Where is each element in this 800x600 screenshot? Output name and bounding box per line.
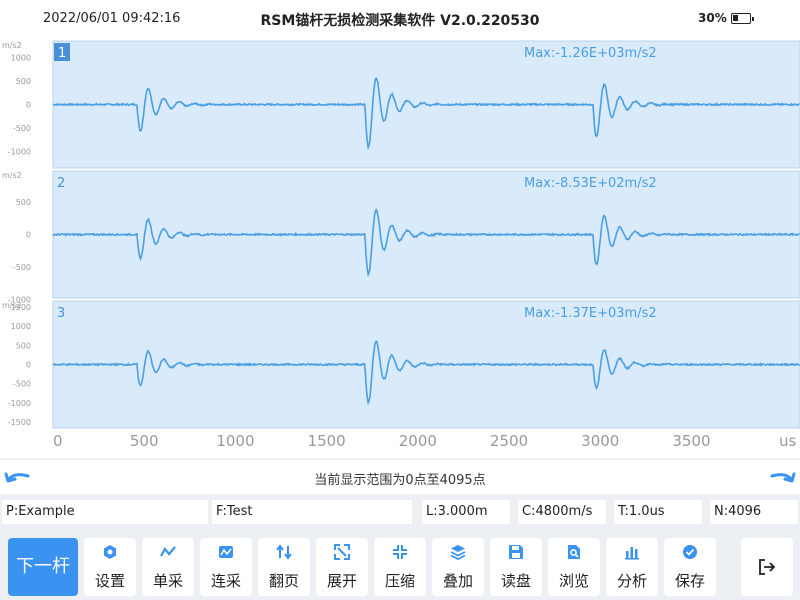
disk-read-icon — [509, 545, 523, 559]
battery-icon — [731, 13, 754, 24]
compress-icon — [393, 545, 407, 559]
exit-icon — [759, 559, 776, 575]
y-tick-label: -500 — [13, 263, 31, 272]
y-axis-unit: m/s2 — [2, 171, 22, 180]
param-length[interactable]: L:3.000m — [422, 500, 510, 524]
x-tick-label: 1000 — [216, 432, 254, 450]
y-axis-unit: m/s2 — [2, 301, 22, 310]
y-tick-label: -500 — [13, 124, 31, 133]
exit-button[interactable] — [741, 538, 793, 596]
channel-number: 2 — [57, 176, 65, 191]
param-samples[interactable]: N:4096 — [710, 500, 798, 524]
analysis-button[interactable]: 分析 — [606, 538, 658, 596]
x-axis-unit: us — [779, 432, 797, 450]
toolbar: 下一杆 设置 单采 连采 翻页 展开 压缩 叠加 读盘 浏览 分析 保存 — [0, 534, 800, 600]
expand-button[interactable]: 展开 — [316, 538, 368, 596]
y-tick-label: 500 — [16, 77, 31, 86]
scroll-right-icon[interactable] — [768, 464, 796, 490]
x-tick-label: 1500 — [308, 432, 346, 450]
stack-icon — [450, 545, 466, 560]
browse-button[interactable]: 浏览 — [548, 538, 600, 596]
settings-button[interactable]: 设置 — [84, 538, 136, 596]
y-tick-label: 500 — [16, 341, 31, 350]
x-tick-label: 0 — [53, 432, 63, 450]
y-tick-label: -1500 — [8, 418, 31, 427]
x-tick-label: 3000 — [581, 432, 619, 450]
single-acquire-button[interactable]: 单采 — [142, 538, 194, 596]
waveform-svg[interactable]: 1000 500 0 -500 -1000 m/s2 1 Max:-1.26E+03m/s2 5… — [0, 40, 800, 458]
x-tick-label: 500 — [130, 432, 159, 450]
page-flip-button[interactable]: 翻页 — [258, 538, 310, 596]
x-tick-label: 2000 — [399, 432, 437, 450]
param-interval[interactable]: T:1.0us — [614, 500, 702, 524]
settings-icon — [104, 545, 116, 559]
expand-icon — [334, 544, 350, 560]
save-icon — [683, 545, 697, 559]
channel-max-label: Max:-8.53E+02m/s2 — [524, 176, 657, 191]
x-tick-label: 2500 — [490, 432, 528, 450]
y-tick-label: -1000 — [8, 148, 31, 157]
y-tick-label: 0 — [26, 231, 31, 240]
waveform-chart-area[interactable]: 1000 500 0 -500 -1000 m/s2 1 Max:-1.26E+03m/s2 5… — [0, 40, 800, 458]
save-button[interactable]: 保存 — [664, 538, 716, 596]
y-tick-label: -1000 — [8, 399, 31, 408]
channel-number: 1 — [58, 46, 66, 61]
x-tick-label: 3500 — [672, 432, 710, 450]
range-text: 当前显示范围为0点至4095点 — [314, 473, 486, 488]
status-bar: 2022/06/01 09:42:16 RSM锚杆无损检测采集软件 V2.0.2… — [0, 0, 800, 40]
disk-read-button[interactable]: 读盘 — [490, 538, 542, 596]
y-tick-label: 1000 — [11, 53, 31, 62]
y-tick-label: 0 — [26, 101, 31, 110]
y-axis-unit: m/s2 — [2, 41, 22, 50]
channel-max-label: Max:-1.37E+03m/s2 — [524, 306, 657, 321]
next-anchor-button[interactable]: 下一杆 — [8, 538, 78, 596]
parameter-bar: P:Example F:Test L:3.000m C:4800m/s T:1.… — [0, 500, 800, 526]
y-tick-label: 1000 — [11, 322, 31, 331]
channel-max-label: Max:-1.26E+03m/s2 — [524, 46, 657, 61]
browse-icon — [568, 545, 580, 559]
battery-percent: 30% — [698, 11, 727, 25]
param-project[interactable]: P:Example — [2, 500, 208, 524]
continuous-acquire-icon — [219, 546, 233, 558]
param-file[interactable]: F:Test — [212, 500, 412, 524]
channel-number: 3 — [57, 306, 65, 321]
y-tick-label: 500 — [16, 198, 31, 207]
y-tick-label: -500 — [13, 380, 31, 389]
y-tick-label: 0 — [26, 361, 31, 370]
page-flip-icon — [276, 544, 292, 560]
app-title: RSM锚杆无损检测采集软件 V2.0.220530 — [260, 13, 540, 29]
analysis-icon — [625, 547, 639, 560]
stack-button[interactable]: 叠加 — [432, 538, 484, 596]
single-acquire-icon — [160, 546, 176, 557]
compress-button[interactable]: 压缩 — [374, 538, 426, 596]
param-velocity[interactable]: C:4800m/s — [518, 500, 606, 524]
continuous-acquire-button[interactable]: 连采 — [200, 538, 252, 596]
range-bar: 当前显示范围为0点至4095点 — [0, 460, 800, 494]
